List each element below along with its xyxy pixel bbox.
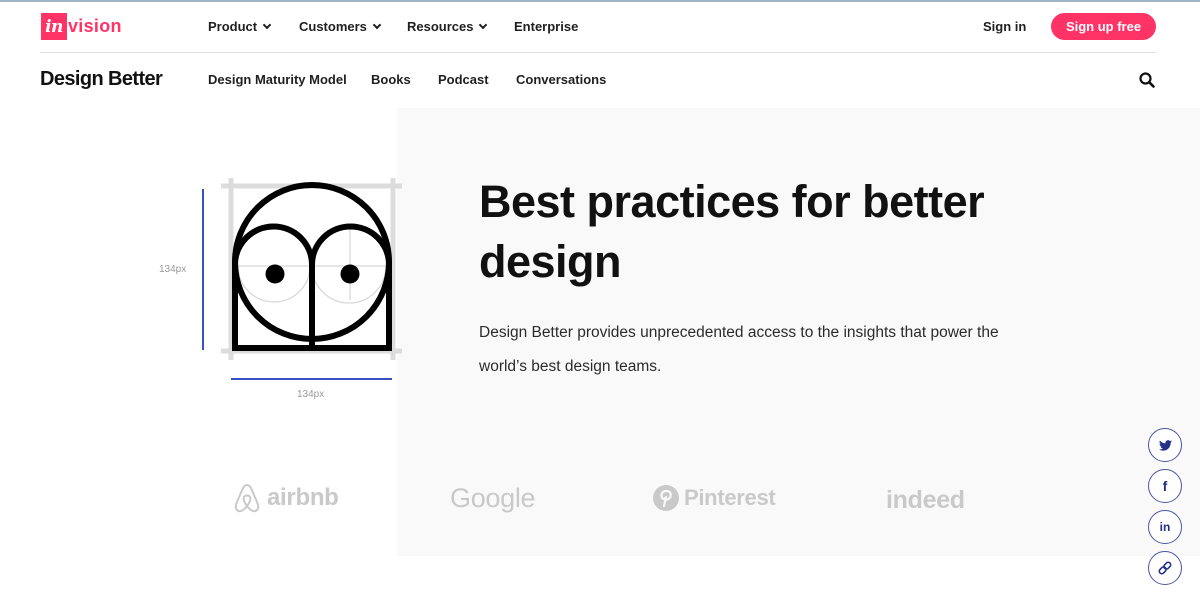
nav-enterprise[interactable]: Enterprise	[514, 19, 578, 34]
nav-customers-label: Customers	[299, 19, 367, 34]
subnav-design-maturity-model[interactable]: Design Maturity Model	[208, 72, 347, 87]
indeed-wordmark: indeed	[886, 485, 965, 514]
nav-resources[interactable]: Resources	[407, 19, 488, 34]
linkedin-icon: in	[1159, 520, 1171, 534]
facebook-icon: f	[1162, 478, 1168, 494]
airbnb-logo: airbnb	[232, 478, 339, 518]
airbnb-wordmark: airbnb	[267, 484, 339, 511]
hero-description: Design Better provides unprecedented acc…	[479, 324, 999, 375]
sub-navigation: Design Better Design Maturity Model Book…	[40, 53, 1156, 107]
chevron-down-icon	[479, 20, 488, 29]
chevron-down-icon	[262, 20, 272, 29]
pinterest-icon	[653, 485, 679, 511]
nav-resources-label: Resources	[407, 19, 474, 34]
subnav-conversations[interactable]: Conversations	[516, 72, 606, 87]
google-wordmark: Google	[450, 482, 536, 513]
hero-title: Best practices for better design	[479, 176, 985, 287]
sign-up-button[interactable]: Sign up free	[1051, 13, 1156, 40]
pinterest-wordmark: Pinterest	[684, 485, 776, 510]
nav-product[interactable]: Product	[208, 19, 272, 34]
subnav-books[interactable]: Books	[371, 72, 411, 87]
link-icon	[1158, 561, 1172, 575]
pinterest-logo: Pinterest	[652, 478, 776, 518]
invision-logo[interactable]: in vision	[41, 13, 122, 40]
share-twitter-button[interactable]	[1148, 428, 1182, 462]
height-dimension-label: 134px	[159, 264, 187, 275]
twitter-icon	[1158, 439, 1172, 451]
logo-in-mark: in	[41, 13, 67, 40]
indeed-logo: indeed	[886, 480, 965, 520]
share-linkedin-button[interactable]: in	[1148, 510, 1182, 544]
subnav-podcast[interactable]: Podcast	[438, 72, 489, 87]
nav-customers[interactable]: Customers	[299, 19, 382, 34]
nav-product-label: Product	[208, 19, 258, 34]
width-dimension-label: 134px	[297, 389, 325, 400]
share-facebook-button[interactable]: f	[1148, 469, 1182, 503]
top-navigation: in vision Product Customers Resources En…	[40, 2, 1156, 53]
google-logo: Google	[450, 478, 536, 518]
chevron-down-icon	[372, 20, 382, 29]
search-icon[interactable]	[1138, 71, 1156, 89]
owl-illustration: 134px 134px	[150, 170, 420, 410]
sign-in-link[interactable]: Sign in	[983, 19, 1026, 34]
airbnb-icon	[234, 483, 260, 513]
copy-link-button[interactable]	[1148, 551, 1182, 585]
nav-enterprise-label: Enterprise	[514, 19, 579, 34]
logo-wordmark: vision	[68, 16, 122, 36]
design-better-brand[interactable]: Design Better	[40, 68, 163, 91]
